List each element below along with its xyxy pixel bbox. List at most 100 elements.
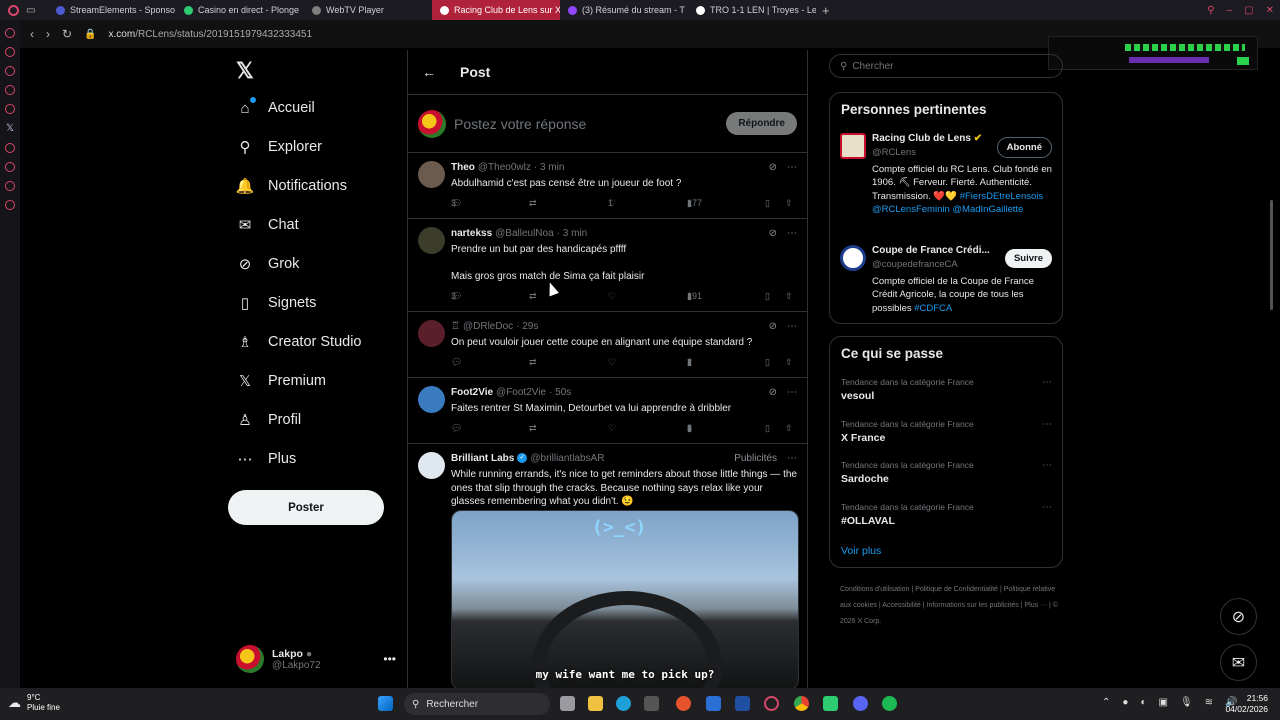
avatar[interactable] [418,227,445,254]
search-input[interactable]: ⚲ Chercher [829,54,1063,78]
nav-item-profil[interactable]: ♙ Profil [236,408,301,432]
author-handle[interactable]: @DRleDoc [463,321,513,332]
discord-icon[interactable] [853,696,868,711]
sidebar-app-icon[interactable] [5,66,15,76]
author-handle[interactable]: @Foot2Vie [496,387,546,398]
nav-item-explorer[interactable]: ⚲ Explorer [236,135,323,159]
new-tab-button[interactable]: + [816,3,836,18]
author-name[interactable]: nartekss [451,228,492,239]
more-options-icon[interactable]: ⋯ [787,162,797,173]
following-button[interactable]: Abonné [996,137,1052,158]
close-window-button[interactable]: ✕ [1266,5,1274,16]
show-more-link[interactable]: Voir plus [841,545,881,557]
sidebar-x-icon[interactable]: 𝕏 [6,123,14,134]
firefox-icon[interactable] [676,696,691,711]
nav-item-plus[interactable]: ⋯ Plus [236,447,297,471]
more-options-icon[interactable]: ⋯ [1042,502,1052,513]
more-options-icon[interactable]: ⋯ [1042,460,1052,471]
reply-button[interactable]: Répondre [726,112,797,135]
person-rclens[interactable]: Racing Club de Lens ✔ @RCLens Abonné Com… [840,133,1052,233]
spotify-icon[interactable] [882,696,897,711]
avatar[interactable] [418,320,445,347]
account-switcher[interactable]: Lakpo ● @Lakpo72 ••• [236,644,396,674]
edge-icon[interactable] [616,696,631,711]
footer-link[interactable]: Conditions d'utilisation [840,586,909,593]
tweet-video[interactable]: (>_<) my wife want me to pick up? [451,510,799,688]
post-button[interactable]: Poster [228,490,384,525]
x-logo-icon[interactable]: 𝕏 [236,58,254,84]
tweet-time[interactable]: · 50s [549,387,571,398]
person-coupedefrance[interactable]: Coupe de France Crédi... @coupedefranceC… [840,245,1052,321]
avatar[interactable] [418,452,445,479]
avatar[interactable] [418,386,445,413]
sidebar-app-icon[interactable] [5,181,15,191]
page-scrollbar[interactable] [1270,200,1273,310]
more-icon[interactable]: ••• [383,652,396,666]
tweet-time[interactable]: · 3 min [557,228,588,239]
follow-button[interactable]: Suivre [1004,249,1052,268]
taskbar-clock[interactable]: 21:56 04/02/2026 [1225,693,1268,715]
app-icon[interactable] [823,696,838,711]
opera-gx-icon[interactable] [764,696,779,711]
tray-app-icon[interactable]: ● [1122,697,1128,708]
browser-tab[interactable]: (3) Résumé du stream - T [560,0,688,20]
grok-icon[interactable]: ⊘ [769,228,777,239]
maximize-button[interactable]: ▢ [1244,5,1253,16]
nav-item-notifications[interactable]: 🔔 Notifications [236,174,347,198]
browser-tab[interactable]: WebTV Player [304,0,432,20]
footer-link[interactable]: Politique de Confidentialité [915,586,998,593]
tweet[interactable]: nartekss @BalleulNoa · 3 min ⊘ ⋯ Prendre un b… [408,219,807,312]
tweet[interactable]: ♖ @DRleDoc · 29s ⊘ ⋯ On peut vouloir jouer ce… [408,312,807,378]
browser-tab[interactable]: Racing Club de Lens sur X✕ [432,0,560,20]
search-tab-icon[interactable]: ⚲ [1207,5,1214,16]
minimize-button[interactable]: – [1227,5,1233,16]
nav-item-creator-studio[interactable]: ♗ Creator Studio [236,330,361,354]
more-options-icon[interactable]: ⋯ [787,228,797,239]
reload-icon[interactable]: ↻ [62,27,72,41]
author-handle[interactable]: @Theo0wlz [478,162,531,173]
grok-icon[interactable]: ⊘ [769,321,777,332]
trend-item[interactable]: Tendance dans la catégorie France vesoul ⋯ [841,377,1052,402]
browser-tab[interactable]: StreamElements - Sponso [48,0,176,20]
back-arrow-icon[interactable]: ‹ [30,27,34,41]
more-options-icon[interactable]: ⋯ [787,453,797,464]
tweet[interactable]: Foot2Vie @Foot2Vie · 50s ⊘ ⋯ Faites rentrer S… [408,378,807,444]
sidebar-app-icon[interactable] [5,200,15,210]
more-options-icon[interactable]: ⋯ [1042,377,1052,388]
tweet-time[interactable]: · 29s [516,321,538,332]
sidebar-app-icon[interactable] [5,162,15,172]
sidebar-app-icon[interactable] [5,28,15,38]
nav-item-signets[interactable]: ▯ Signets [236,291,317,315]
grok-icon[interactable]: ⊘ [769,162,777,173]
task-view-icon[interactable] [560,696,575,711]
author-handle[interactable]: @brilliantlabsAR [530,453,604,464]
browser-tab[interactable]: Casino en direct - Plonge [176,0,304,20]
tweet-time[interactable]: · 3 min [534,162,565,173]
microphone-icon[interactable]: 🎙 [1180,697,1193,708]
app-icon[interactable] [735,696,750,711]
messages-button[interactable]: ✉ [1220,644,1257,681]
chrome-icon[interactable] [794,696,809,711]
wifi-icon[interactable]: ≋ [1205,697,1213,708]
trend-item[interactable]: Tendance dans la catégorie France X Franc… [841,419,1052,444]
more-options-icon[interactable]: ⋯ [1042,419,1052,430]
footer-link[interactable]: Informations sur les publicités [927,602,1019,609]
file-explorer-icon[interactable] [588,696,603,711]
tray-app-icon[interactable]: ▣ [1158,697,1167,708]
tweet[interactable]: Brilliant Labs ✓ @brilliantlabsAR Publicité… [408,444,807,688]
author-name[interactable]: Foot2Vie [451,387,493,398]
browser-tab[interactable]: TRO 1-1 LEN | Troyes - Le [688,0,816,20]
nav-item-accueil[interactable]: ⌂ Accueil [236,96,315,120]
reply-input[interactable]: Postez votre réponse [454,116,718,132]
url-field[interactable]: x.com/RCLens/status/2019151979432333451 [109,29,312,40]
browser-logo-icon[interactable] [0,4,26,16]
nav-item-grok[interactable]: ⊘ Grok [236,252,300,276]
sidebar-app-icon[interactable] [5,47,15,57]
tray-app-icon[interactable]: ◐ [1140,697,1146,708]
forward-arrow-icon[interactable]: › [46,27,50,41]
grok-icon[interactable]: ⊘ [769,387,777,398]
dropbox-icon[interactable] [706,696,721,711]
weather-widget[interactable]: ☁ 9°C Pluie fine [8,693,60,713]
tray-chevron-icon[interactable]: ⌃ [1102,697,1110,708]
sidebar-app-icon[interactable] [5,85,15,95]
